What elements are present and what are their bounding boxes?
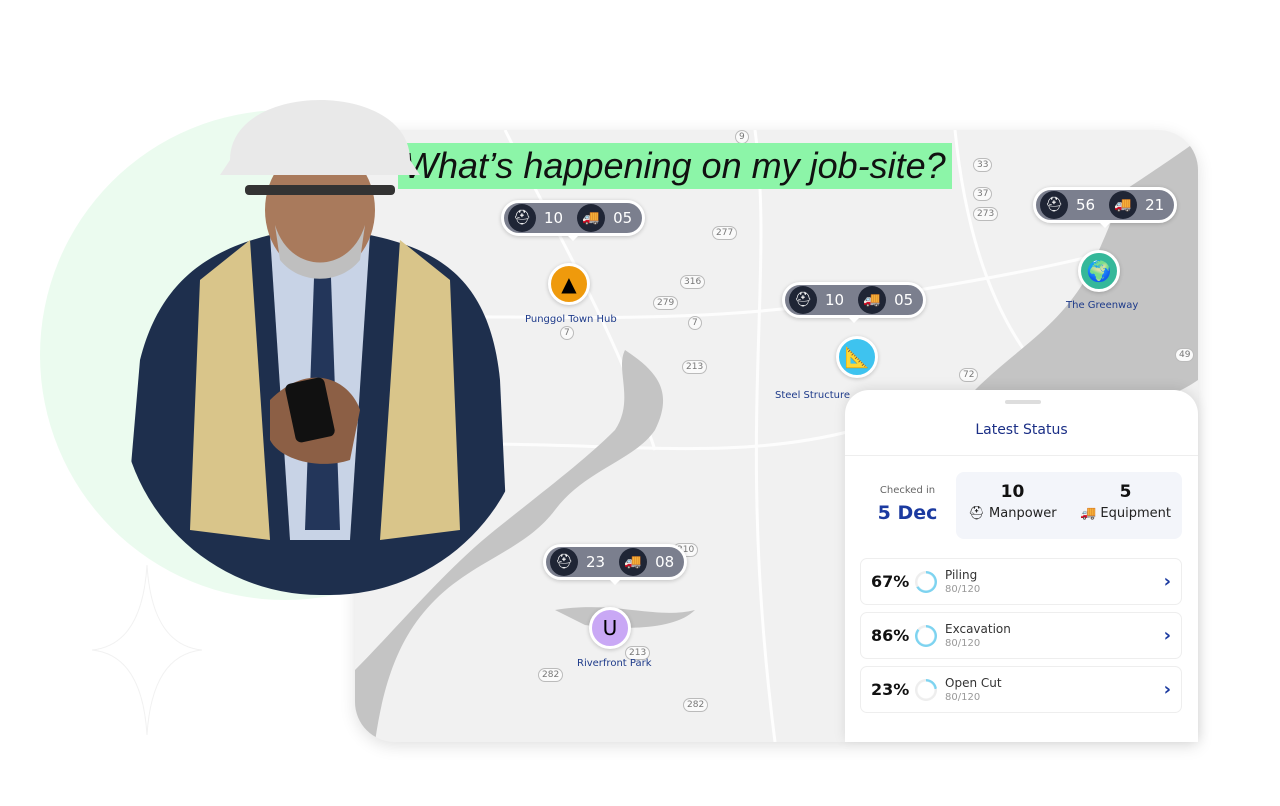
- ruler-pencil-icon[interactable]: 📐: [836, 336, 878, 378]
- route-shield: 33: [973, 158, 993, 172]
- manpower-label: Manpower: [989, 506, 1057, 521]
- panel-title: Latest Status: [975, 422, 1068, 438]
- route-shield: 72: [959, 368, 979, 382]
- manpower-value: 10: [1000, 482, 1025, 502]
- equipment-count: 05: [894, 291, 914, 309]
- magnet-icon[interactable]: U: [589, 607, 631, 649]
- equipment-count: 21: [1145, 196, 1165, 214]
- site-label[interactable]: The Greenway: [1066, 300, 1138, 311]
- chevron-right-icon[interactable]: ›: [1164, 679, 1171, 700]
- progress-ring: [915, 570, 937, 593]
- task-row[interactable]: 86% Excavation 80/120 ›: [860, 612, 1182, 659]
- manpower-count: 56: [1076, 196, 1096, 214]
- route-shield: 279: [653, 296, 679, 310]
- route-shield: 9: [735, 130, 749, 144]
- drag-handle[interactable]: [1005, 400, 1041, 404]
- checked-in-label: Checked in: [879, 485, 936, 496]
- worker-photo: [120, 60, 530, 595]
- progress-ring: [915, 678, 937, 701]
- site-label[interactable]: Riverfront Park: [577, 658, 652, 669]
- equipment-count: 05: [613, 209, 633, 227]
- cement-mixer-icon: 🚚: [1080, 506, 1101, 521]
- equipment-count: 08: [655, 553, 675, 571]
- site-stats-pill[interactable]: ⛑ 23 🚚 08: [543, 544, 688, 585]
- checked-in-date: 5 Dec: [877, 502, 938, 524]
- route-shield: 282: [683, 698, 709, 712]
- task-row[interactable]: 67% Piling 80/120 ›: [860, 558, 1182, 605]
- divider: [845, 455, 1198, 456]
- route-shield: 7: [560, 326, 574, 340]
- site-stats-pill[interactable]: ⛑ 56 🚚 21: [1033, 187, 1178, 228]
- sparkle-decoration: [92, 565, 202, 735]
- worker-helmet-icon: ⛑: [789, 286, 817, 314]
- equipment-value: 5: [1119, 482, 1132, 502]
- chevron-right-icon[interactable]: ›: [1164, 625, 1171, 646]
- task-progress: 80/120: [945, 638, 981, 649]
- route-shield: 37: [973, 187, 993, 201]
- cement-mixer-icon: 🚚: [1109, 191, 1138, 219]
- checked-in: Checked in 5 Dec: [865, 485, 950, 524]
- cement-mixer-icon: 🚚: [858, 286, 887, 314]
- worker-helmet-icon: ⛑: [1040, 191, 1068, 219]
- globe-icon[interactable]: 🌍: [1078, 250, 1120, 292]
- route-shield: 316: [680, 275, 706, 289]
- chevron-right-icon[interactable]: ›: [1164, 571, 1171, 592]
- resource-stats: 10 ⛑ Manpower 5 🚚 Equipment: [956, 472, 1182, 539]
- task-progress: 80/120: [945, 584, 981, 595]
- worker-helmet-icon: ⛑: [968, 506, 990, 521]
- route-shield: 282: [538, 668, 564, 682]
- worker-helmet-icon: ⛑: [550, 548, 578, 576]
- equipment-label: Equipment: [1100, 506, 1171, 521]
- manpower-count: 10: [825, 291, 845, 309]
- task-name: Excavation: [945, 622, 1011, 636]
- route-shield: 277: [712, 226, 738, 240]
- task-row[interactable]: 23% Open Cut 80/120 ›: [860, 666, 1182, 713]
- manpower-count: 23: [586, 553, 606, 571]
- route-shield: 7: [688, 316, 702, 330]
- task-progress: 80/120: [945, 692, 981, 703]
- cement-mixer-icon: 🚚: [577, 204, 606, 232]
- task-percent: 86%: [871, 626, 910, 645]
- route-shield: 49: [1175, 348, 1195, 362]
- manpower-count: 10: [544, 209, 564, 227]
- site-stats-pill[interactable]: ⛑ 10 🚚 05: [782, 282, 927, 323]
- task-name: Open Cut: [945, 676, 1002, 690]
- site-label[interactable]: Punggol Town Hub: [525, 314, 617, 325]
- site-label[interactable]: Steel Structure: [775, 390, 850, 401]
- task-name: Piling: [945, 568, 978, 582]
- task-percent: 67%: [871, 572, 910, 591]
- task-percent: 23%: [871, 680, 910, 699]
- progress-ring: [915, 624, 937, 647]
- route-shield: 213: [682, 360, 708, 374]
- route-shield: 273: [973, 207, 999, 221]
- cement-mixer-icon: 🚚: [619, 548, 648, 576]
- latest-status-panel: Latest Status Checked in 5 Dec 10 ⛑ Manpo…: [845, 390, 1198, 742]
- traffic-cone-icon[interactable]: ▲: [548, 263, 590, 305]
